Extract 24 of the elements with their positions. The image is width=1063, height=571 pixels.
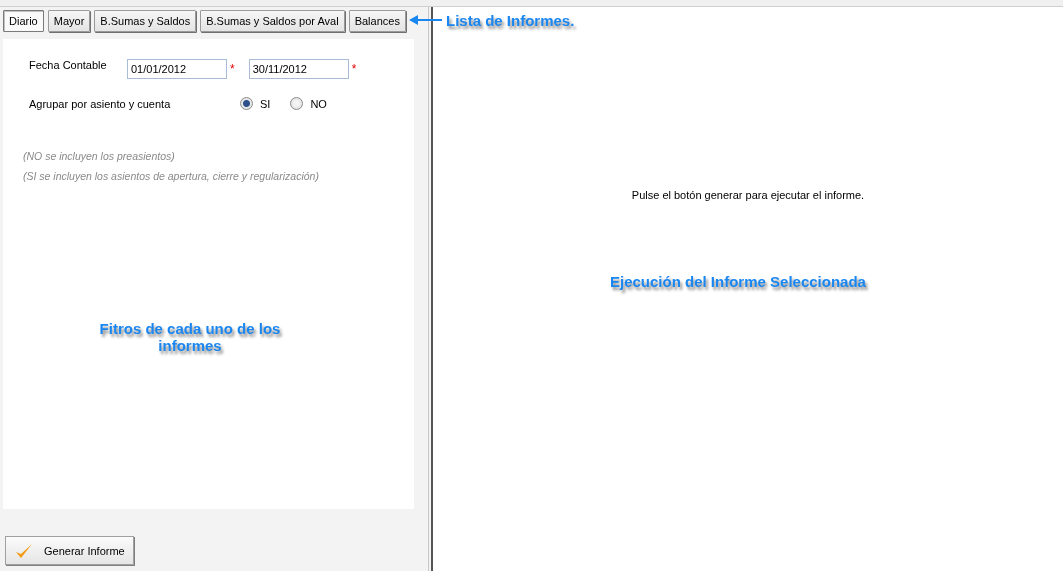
- required-mark: *: [230, 62, 235, 76]
- radio-button[interactable]: [240, 97, 253, 110]
- checkmark-icon: [14, 541, 34, 560]
- note-text: (NO se incluyen los preasientos): [23, 150, 176, 162]
- report-tab[interactable]: Mayor: [47, 10, 91, 32]
- arrow-icon: [409, 15, 442, 25]
- note-text: (SI se incluyen los asientos de apertura, cierre y regularización): [23, 170, 320, 182]
- report-message: Pulse el botón generar para ejecutar el informe.: [631, 189, 865, 203]
- report-tab[interactable]: B.Sumas y Saldos por Aval: [200, 10, 345, 32]
- radio-option[interactable]: SI: [240, 97, 271, 110]
- field-label: Fecha Contable: [29, 59, 108, 71]
- required-mark: *: [351, 62, 357, 76]
- date-field[interactable]: 30/11/2012: [248, 59, 349, 79]
- annotation-label: Fitros de cada uno de los informes: [98, 320, 282, 354]
- report-tab[interactable]: B.Sumas y Saldos: [94, 10, 197, 32]
- field-label: Agrupar por asiento y cuenta: [29, 97, 172, 110]
- radio-button[interactable]: [290, 97, 304, 110]
- generate-button[interactable]: Generar Informe: [5, 536, 134, 565]
- report-tab[interactable]: Balances: [348, 10, 406, 32]
- date-field[interactable]: 01/01/2012: [127, 59, 227, 79]
- annotation-label: Ejecución del Informe Seleccionada: [610, 273, 866, 290]
- radio-option[interactable]: NO: [290, 97, 327, 110]
- annotation-label: Lista de Informes.: [446, 12, 575, 29]
- report-tab[interactable]: Diario: [3, 10, 44, 32]
